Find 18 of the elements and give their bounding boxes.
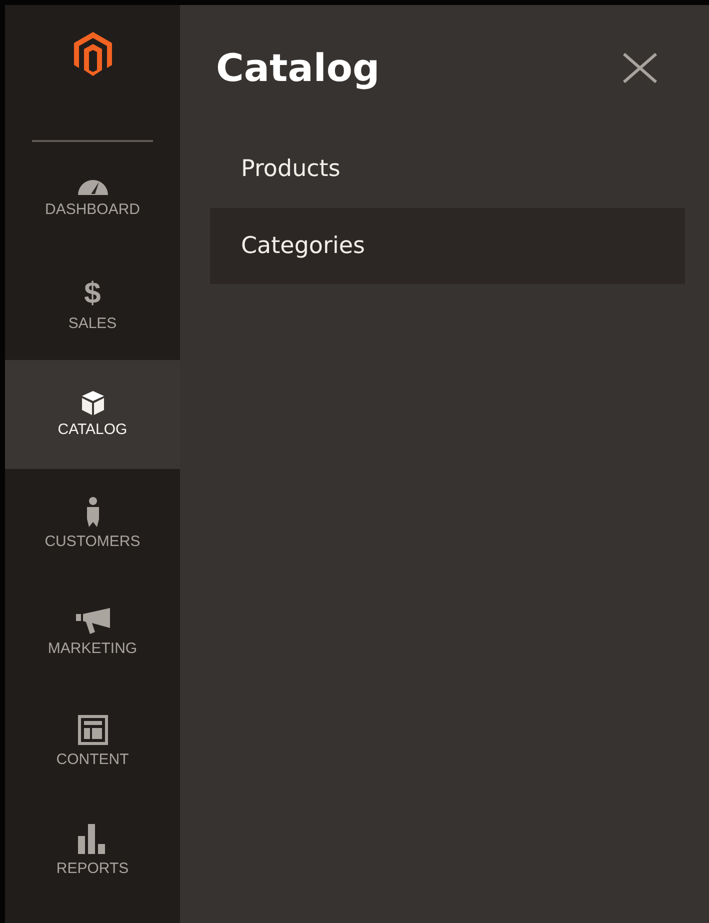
close-icon[interactable]	[622, 52, 658, 84]
layout-icon	[78, 715, 108, 745]
nav-item[interactable]: CUSTOMERS	[5, 469, 180, 578]
nav-item[interactable]: REPORTS	[5, 796, 180, 905]
person-icon	[84, 497, 100, 527]
panel-title: Catalog	[216, 46, 380, 90]
bar-chart-icon	[78, 824, 108, 854]
logo-icon[interactable]	[74, 32, 112, 76]
nav-item[interactable]: CATALOG	[5, 360, 180, 469]
submenu-item[interactable]: Products	[210, 130, 685, 208]
submenu-item[interactable]: Categories	[210, 208, 685, 284]
nav-item[interactable]: CONTENT	[5, 687, 180, 796]
nav-item[interactable]: DASHBOARD	[5, 142, 180, 251]
box-icon	[82, 391, 104, 415]
megaphone-icon	[76, 608, 110, 634]
nav-item[interactable]: MARKETING	[5, 578, 180, 687]
dollar-icon: $	[84, 279, 101, 309]
nav-item[interactable]: $ SALES	[5, 251, 180, 360]
